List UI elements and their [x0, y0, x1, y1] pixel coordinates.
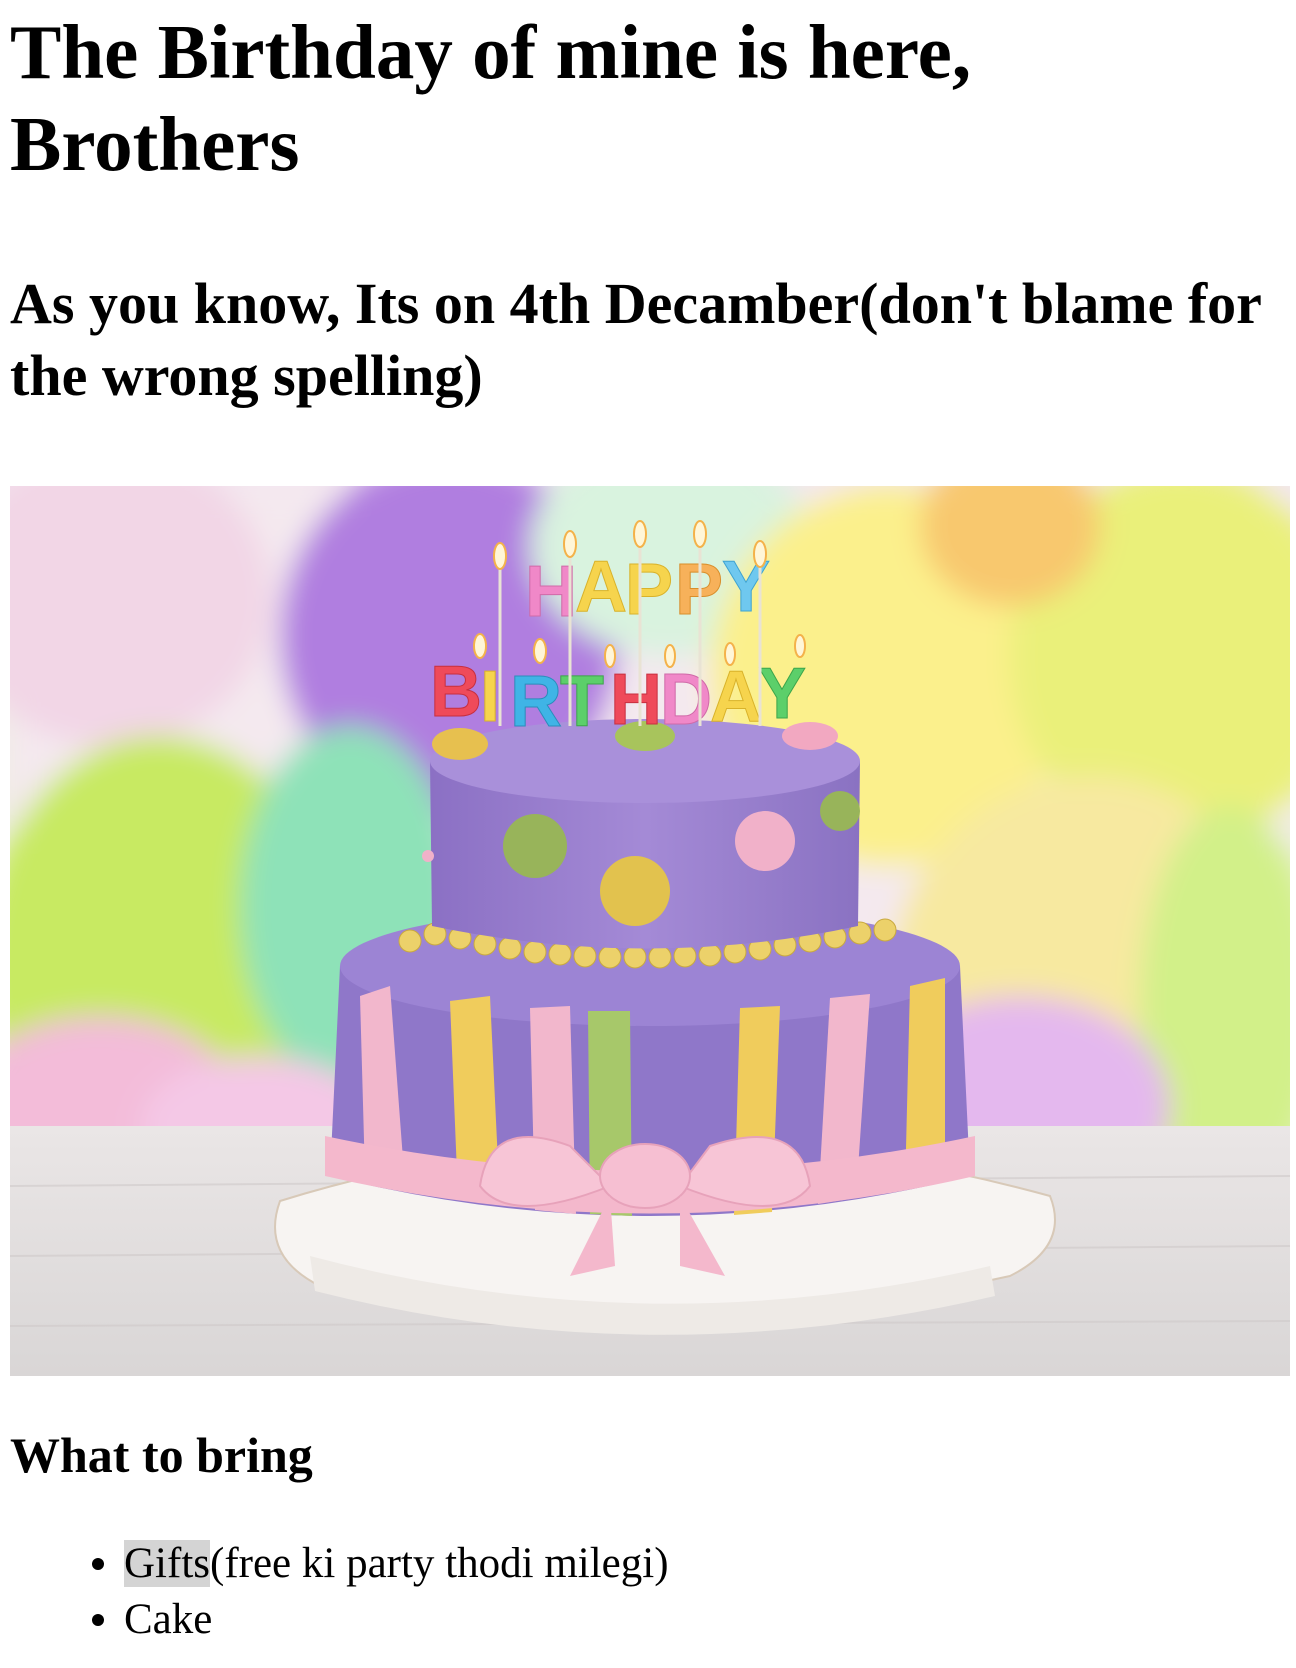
list-item-highlight: Gifts	[124, 1540, 210, 1587]
section-title-what-to-bring: What to bring	[10, 1427, 313, 1483]
candle-letter-b: B	[430, 652, 482, 732]
bring-list: Gifts(free ki party thodi milegi) Cake	[0, 1536, 669, 1648]
list-item-text: Cake	[124, 1596, 213, 1643]
candle-letter-a2: A	[710, 657, 762, 737]
page-heading: The Birthday of mine is here, Brothers	[10, 9, 972, 187]
candle-letter-h2: H	[610, 660, 662, 740]
birthday-cake-image: H A P P Y B I R T H D A Y	[10, 486, 1290, 1376]
candle-letter-y2: Y	[758, 654, 806, 734]
candle-letter-a: A	[575, 547, 627, 627]
list-item: Gifts(free ki party thodi milegi)	[92, 1536, 669, 1592]
list-item: Cake	[92, 1592, 669, 1648]
candle-letter-r: R	[510, 662, 562, 742]
candle-letter-d: D	[660, 660, 712, 740]
list-item-text: (free ki party thodi milegi)	[210, 1540, 669, 1587]
bullet-icon	[92, 1558, 104, 1570]
page-subheading: As you know, Its on 4th Decamber(don't b…	[10, 271, 1261, 408]
bullet-icon	[92, 1614, 104, 1626]
candle-letter-p1: P	[625, 550, 673, 630]
candle-letter-i: I	[480, 657, 500, 737]
candle-letter-t: T	[560, 662, 604, 742]
